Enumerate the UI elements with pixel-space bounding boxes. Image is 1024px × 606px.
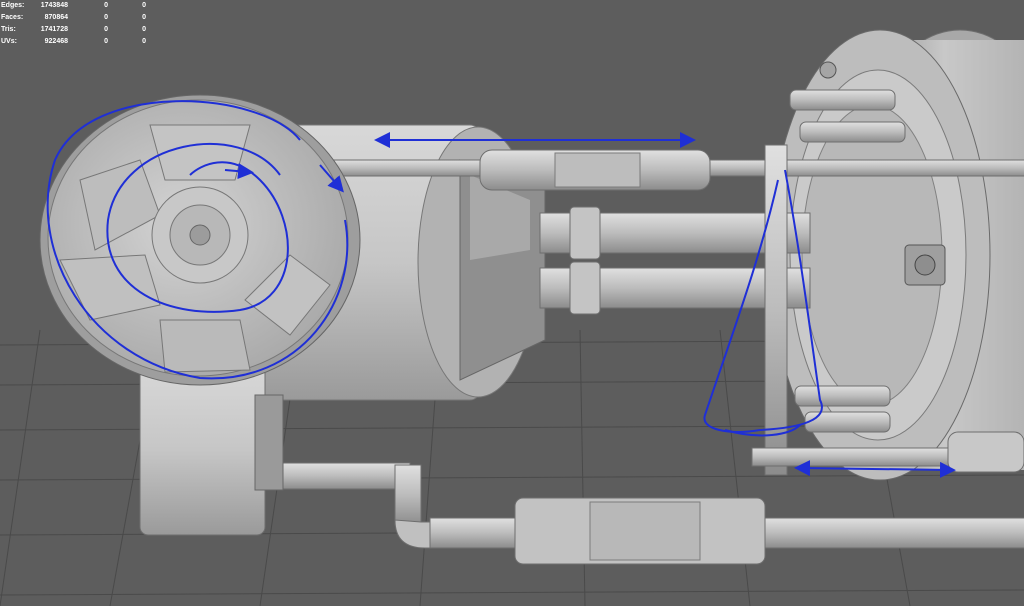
hud-label: UVs:: [1, 38, 17, 45]
hud-row-edges: Edges: 1743848 0 0: [0, 0, 160, 12]
hud-component: 0: [142, 26, 146, 33]
bottom-pipe[interactable]: [269, 462, 1024, 565]
hud-label: Edges:: [1, 2, 25, 9]
hud-value: 922468: [44, 38, 68, 45]
hud-value: 1741728: [40, 26, 68, 33]
hud-value: 1743848: [40, 2, 68, 9]
hud-component: 0: [142, 14, 146, 21]
hud-component: 0: [142, 2, 146, 9]
hud-selected: 0: [104, 38, 108, 45]
hud-row-tris: Tris: 1741728 0 0: [0, 24, 160, 36]
scene-render[interactable]: [0, 0, 1024, 606]
hud-selected: 0: [104, 2, 108, 9]
front-disk[interactable]: [39, 94, 361, 386]
3d-viewport[interactable]: Edges: 1743848 0 0 Faces: 870864 0 0 Tri…: [0, 0, 1024, 606]
hud-selected: 0: [104, 14, 108, 21]
hud-component: 0: [142, 38, 146, 45]
hud-label: Faces:: [1, 14, 24, 21]
poly-count-hud: Edges: 1743848 0 0 Faces: 870864 0 0 Tri…: [0, 0, 160, 48]
hud-value: 870864: [44, 14, 68, 21]
hud-selected: 0: [104, 26, 108, 33]
hud-label: Tris:: [1, 26, 16, 33]
hud-row-uvs: UVs: 922468 0 0: [0, 36, 160, 48]
stand-base[interactable]: [139, 364, 284, 536]
hud-row-faces: Faces: 870864 0 0: [0, 12, 160, 24]
